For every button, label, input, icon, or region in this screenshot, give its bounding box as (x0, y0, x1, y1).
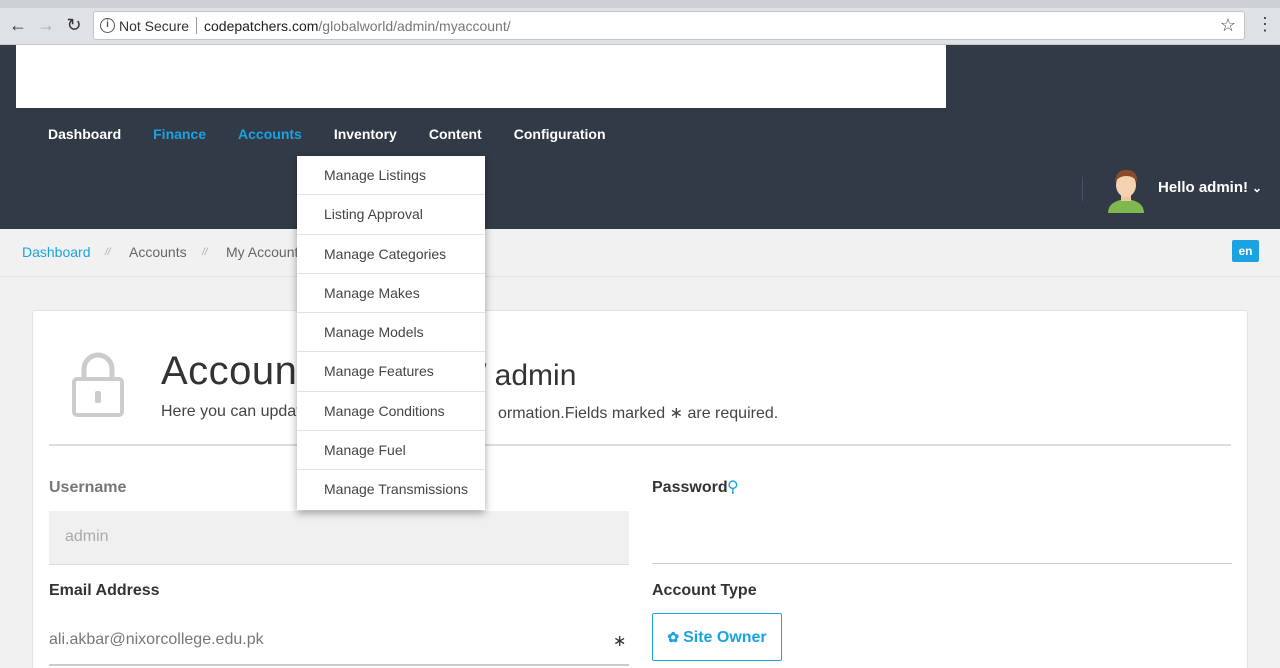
menu-item-manage-transmissions[interactable]: Manage Transmissions (297, 470, 485, 509)
browser-tabstrip (0, 0, 1280, 8)
badge-icon: ✿ (667, 629, 680, 645)
email-underline (49, 664, 629, 666)
nav-configuration[interactable]: Configuration (498, 124, 622, 144)
username-field: admin (49, 511, 629, 565)
language-badge[interactable]: en (1232, 240, 1259, 262)
menu-item-manage-makes[interactable]: Manage Makes (297, 274, 485, 313)
browser-toolbar: ← → ↻ i Not Secure codepatchers.com/glob… (0, 0, 1280, 45)
nav-finance[interactable]: Finance (137, 124, 222, 144)
chevron-down-icon[interactable]: ⌄ (1252, 181, 1262, 195)
bookmark-star-icon[interactable]: ☆ (1220, 15, 1236, 36)
password-label: Password (652, 479, 728, 496)
inventory-dropdown: Manage Listings Listing Approval Manage … (297, 156, 485, 510)
username-label: Username (49, 479, 127, 496)
user-divider (1082, 177, 1083, 201)
nav-inventory[interactable]: Inventory (318, 124, 413, 144)
account-type-value[interactable]: Site Owner (683, 629, 767, 646)
menu-item-manage-listings[interactable]: Manage Listings (297, 156, 485, 196)
breadcrumb-dashboard[interactable]: Dashboard (22, 244, 91, 260)
breadcrumb: Dashboard // Accounts // My Account en (0, 229, 1280, 277)
forward-arrow-icon[interactable]: → (36, 15, 56, 35)
avatar[interactable] (1104, 165, 1148, 213)
account-card: Account / admin Here you can update orma… (32, 310, 1248, 668)
account-type-button[interactable]: ✿ Site Owner (652, 613, 782, 661)
menu-item-manage-features[interactable]: Manage Features (297, 352, 485, 392)
address-separator (196, 17, 197, 34)
user-menu[interactable]: Hello admin! ⌄ (1158, 179, 1262, 196)
nav-content[interactable]: Content (413, 124, 498, 144)
password-field[interactable] (652, 563, 1232, 564)
url-host[interactable]: codepatchers.com (204, 18, 318, 34)
logo-banner (16, 45, 946, 108)
security-label[interactable]: Not Secure (119, 18, 189, 34)
menu-item-manage-categories[interactable]: Manage Categories (297, 235, 485, 274)
site-header: Dashboard Finance Accounts Inventory Con… (0, 45, 1280, 229)
address-bar[interactable]: i Not Secure codepatchers.com/globalworl… (93, 11, 1245, 40)
pin-icon[interactable]: ⚲ (727, 477, 739, 497)
nav-accounts[interactable]: Accounts (222, 124, 318, 144)
info-icon[interactable]: i (100, 18, 115, 33)
nav-dashboard[interactable]: Dashboard (32, 124, 137, 144)
email-label: Email Address (49, 582, 160, 599)
back-arrow-icon[interactable]: ← (8, 15, 28, 35)
divider (49, 444, 1231, 446)
email-field[interactable]: ali.akbar@nixorcollege.edu.pk (49, 631, 264, 649)
page-subtitle: Here you can update (161, 403, 310, 420)
breadcrumb-separator: // (105, 247, 111, 258)
lock-icon (72, 352, 124, 417)
browser-menu-icon[interactable]: ⋮ (1256, 14, 1274, 35)
main-nav: Dashboard Finance Accounts Inventory Con… (32, 124, 622, 144)
account-type-label: Account Type (652, 582, 757, 599)
required-mark: ∗ (613, 633, 627, 650)
breadcrumb-my-account: My Account (226, 244, 299, 260)
username-value: admin (65, 528, 109, 545)
page-subtitle-continued: ormation.Fields marked ∗ are required. (498, 405, 779, 422)
page-title: Account (161, 349, 310, 393)
user-greeting[interactable]: Hello admin! (1158, 179, 1248, 196)
menu-item-manage-models[interactable]: Manage Models (297, 313, 485, 353)
menu-item-manage-fuel[interactable]: Manage Fuel (297, 431, 485, 470)
menu-item-manage-conditions[interactable]: Manage Conditions (297, 392, 485, 431)
url-text[interactable]: codepatchers.com/globalworld/admin/myacc… (204, 18, 511, 34)
menu-item-listing-approval[interactable]: Listing Approval (297, 195, 485, 235)
reload-icon[interactable]: ↻ (64, 15, 84, 35)
url-path[interactable]: /globalworld/admin/myaccount/ (318, 18, 510, 34)
breadcrumb-accounts[interactable]: Accounts (129, 244, 187, 260)
breadcrumb-separator: // (202, 247, 208, 258)
page-title-suffix: / admin (478, 359, 577, 392)
